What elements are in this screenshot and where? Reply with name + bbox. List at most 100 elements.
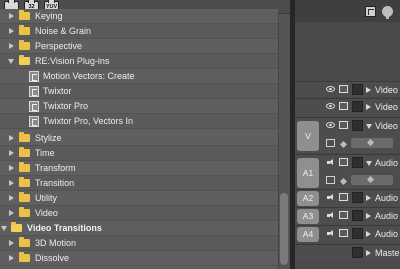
eye-icon[interactable] [326, 122, 335, 128]
track-header-master: Maste [295, 244, 400, 262]
expand-triangle-icon[interactable] [9, 43, 14, 49]
film-icon[interactable] [339, 85, 348, 93]
film-icon[interactable] [339, 121, 348, 129]
track-lock-box[interactable] [352, 192, 363, 203]
sync-icon[interactable] [339, 211, 348, 219]
tree-item-stylize[interactable]: Stylize [0, 131, 278, 146]
keyframe-diamond-icon[interactable] [339, 140, 348, 149]
track-lock-box[interactable] [352, 84, 363, 95]
snap-icon[interactable] [365, 6, 376, 17]
speaker-icon[interactable] [327, 230, 336, 237]
expand-triangle-icon[interactable] [9, 240, 14, 246]
tree-item-label: RE:Vision Plug-ins [35, 56, 110, 66]
collapse-triangle-icon[interactable] [8, 59, 14, 64]
tree-item-label: Video [35, 208, 58, 218]
folder-icon [19, 207, 30, 217]
open-folder-icon [11, 222, 22, 232]
tree-item-perspective[interactable]: Perspective [0, 39, 278, 54]
effects-panel: 32 YUV Keying Noise & Grain Perspective … [0, 0, 290, 269]
tree-item-time[interactable]: Time [0, 146, 278, 161]
track-header-audio-a3: A3 Audio [295, 207, 400, 225]
tree-item-label: Perspective [35, 41, 83, 51]
timeline-panel: Video Video V Video A1 Audio A2 Audio A3… [295, 0, 400, 269]
track-target-tag[interactable]: A1 [297, 158, 319, 188]
effect-icon [29, 86, 39, 97]
collapse-triangle-icon[interactable] [366, 161, 372, 166]
track-lock-box[interactable] [352, 247, 363, 258]
track-lock-box[interactable] [352, 228, 363, 239]
eye-icon[interactable] [326, 103, 335, 109]
track-lock-box[interactable] [352, 120, 363, 131]
tree-item-label: Transition [35, 178, 75, 188]
timeline-toolbar [295, 0, 400, 22]
tree-item-twixtor-pro[interactable]: Twixtor Pro [0, 99, 278, 114]
keyframe-diamond-icon[interactable] [339, 177, 348, 186]
expand-triangle-icon[interactable] [366, 87, 371, 93]
speaker-icon[interactable] [327, 159, 336, 166]
speaker-icon[interactable] [327, 212, 336, 219]
folder-icon [19, 192, 30, 202]
expand-triangle-icon[interactable] [366, 250, 371, 256]
tree-item-dissolve[interactable]: Dissolve [0, 251, 278, 266]
waveform-toggle-icon[interactable] [326, 176, 335, 184]
speaker-icon[interactable] [327, 194, 336, 201]
expand-triangle-icon[interactable] [9, 150, 14, 156]
tree-item-twixtor-pro-vectors-in[interactable]: Twixtor Pro, Vectors In [0, 114, 278, 129]
expand-triangle-icon[interactable] [366, 213, 371, 219]
tree-item-twixtor[interactable]: Twixtor [0, 84, 278, 99]
folder-icon [19, 177, 30, 187]
track-target-tag[interactable]: A4 [297, 227, 319, 242]
sync-icon[interactable] [339, 158, 348, 166]
tree-item-revision-plugins[interactable]: RE:Vision Plug-ins [0, 54, 278, 69]
tree-item-label: Twixtor [43, 86, 72, 96]
track-header-audio-a1: A1 Audio [295, 154, 400, 190]
expand-triangle-icon[interactable] [9, 13, 14, 19]
sync-icon[interactable] [339, 229, 348, 237]
tree-item-motion-vectors-create[interactable]: Motion Vectors: Create [0, 69, 278, 84]
tree-item-label: Keying [35, 11, 63, 21]
track-target-tag[interactable]: A3 [297, 209, 319, 224]
track-target-tag[interactable]: A2 [297, 191, 319, 206]
track-target-tag[interactable]: V [297, 121, 319, 151]
sync-icon[interactable] [339, 193, 348, 201]
track-header-video: Video [295, 81, 400, 97]
tree-item-utility[interactable]: Utility [0, 191, 278, 206]
folder-icon [19, 147, 30, 157]
expand-triangle-icon[interactable] [9, 135, 14, 141]
eye-icon[interactable] [326, 86, 335, 92]
keyframe-navigator[interactable] [351, 138, 393, 148]
expand-triangle-icon[interactable] [366, 104, 371, 110]
effect-icon [29, 71, 39, 82]
tree-item-noise-grain[interactable]: Noise & Grain [0, 24, 278, 39]
tree-item-transition[interactable]: Transition [0, 176, 278, 191]
expand-triangle-icon[interactable] [9, 195, 14, 201]
scrollbar-thumb[interactable] [280, 193, 288, 265]
expand-triangle-icon[interactable] [366, 231, 371, 237]
tree-item-video-transitions[interactable]: Video Transitions [0, 221, 278, 236]
track-header-video: Video [295, 98, 400, 114]
tree-item-label: Noise & Grain [35, 26, 92, 36]
expand-triangle-icon[interactable] [9, 180, 14, 186]
track-lock-box[interactable] [352, 210, 363, 221]
tree-item-label: Twixtor Pro, Vectors In [43, 116, 134, 126]
track-lock-box[interactable] [352, 157, 363, 168]
keyframe-navigator[interactable] [351, 175, 393, 185]
collapse-triangle-icon[interactable] [366, 124, 372, 129]
tree-item-keying[interactable]: Keying [0, 9, 278, 24]
track-lock-box[interactable] [352, 101, 363, 112]
film-icon[interactable] [339, 102, 348, 110]
expand-triangle-icon[interactable] [366, 195, 371, 201]
expand-triangle-icon[interactable] [9, 255, 14, 261]
folder-icon [19, 162, 30, 172]
tree-item-3d-motion[interactable]: 3D Motion [0, 236, 278, 251]
tree-item-video[interactable]: Video [0, 206, 278, 221]
tree-item-label: Transform [35, 163, 76, 173]
marker-icon[interactable] [382, 6, 393, 19]
keyframe-toggle-icon[interactable] [326, 139, 335, 147]
collapse-triangle-icon[interactable] [1, 226, 7, 231]
tree-item-label: Video Transitions [27, 223, 102, 233]
expand-triangle-icon[interactable] [9, 210, 14, 216]
expand-triangle-icon[interactable] [9, 165, 14, 171]
tree-item-transform[interactable]: Transform [0, 161, 278, 176]
expand-triangle-icon[interactable] [9, 28, 14, 34]
